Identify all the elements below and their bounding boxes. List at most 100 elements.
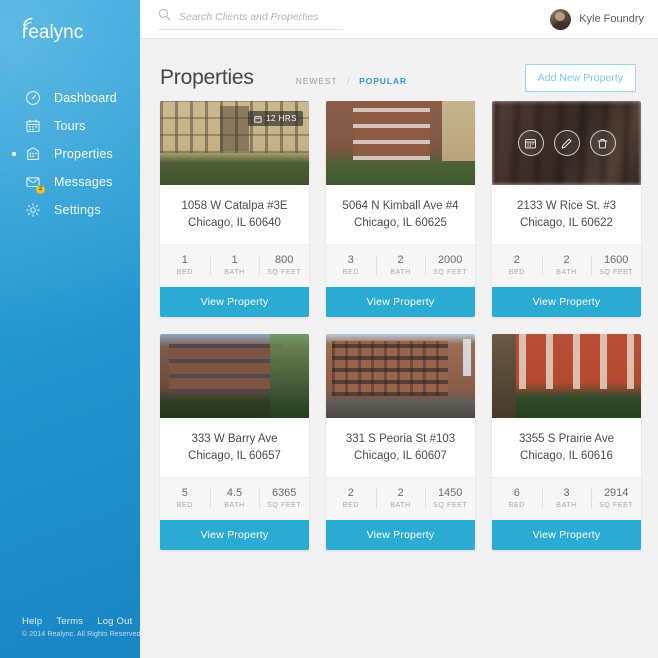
property-card[interactable]: 333 W Barry Ave Chicago, IL 60657 5 BED … [160, 334, 309, 550]
bath-value: 1 [231, 254, 238, 266]
sidebar-label-messages: Messages [54, 174, 113, 189]
property-photo[interactable] [326, 101, 475, 185]
property-city: Chicago, IL 60607 [354, 450, 447, 462]
property-photo[interactable] [492, 334, 641, 418]
sidebar-label-dashboard: Dashboard [54, 90, 117, 105]
search-input[interactable] [179, 11, 339, 23]
sqft-label: SQ FEET [599, 269, 634, 276]
page-header: Properties NEWEST / POPULAR Add New Prop… [140, 39, 658, 95]
stat-sqft: 2914 SQ FEET [591, 486, 641, 511]
add-new-property-button[interactable]: Add New Property [524, 64, 636, 92]
bath-value: 2 [397, 487, 404, 499]
property-city: Chicago, IL 60657 [188, 450, 281, 462]
edit-property-icon[interactable] [553, 130, 580, 156]
stat-bed: 6 BED [492, 486, 542, 511]
property-card[interactable]: 5064 N Kimball Ave #4 Chicago, IL 60625 … [326, 101, 475, 317]
bed-label: BED [342, 502, 359, 509]
property-photo[interactable] [326, 334, 475, 418]
view-property-button[interactable]: View Property [160, 287, 309, 317]
sidebar-item-tours[interactable]: Tours [0, 112, 140, 139]
view-property-button[interactable]: View Property [492, 287, 641, 317]
property-card[interactable]: 331 S Peoria St #103 Chicago, IL 60607 2… [326, 334, 475, 550]
properties-grid: 12 HRS 1058 W Catalpa #3E Chicago, IL 60… [140, 95, 658, 550]
page-title: Properties [160, 66, 254, 89]
property-stats: 2 BED 2 BATH 1450 SQ FEET [326, 477, 475, 520]
property-city: Chicago, IL 60616 [520, 450, 613, 462]
property-photo[interactable] [160, 334, 309, 418]
sqft-label: SQ FEET [433, 269, 468, 276]
bath-label: BATH [556, 502, 577, 509]
property-card[interactable]: 12 HRS 1058 W Catalpa #3E Chicago, IL 60… [160, 101, 309, 317]
property-info: 2133 W Rice St. #3 Chicago, IL 60622 [492, 185, 641, 244]
property-card[interactable]: 2133 W Rice St. #3 Chicago, IL 60622 2 B… [492, 101, 641, 317]
bed-value: 2 [513, 254, 520, 266]
view-property-button[interactable]: View Property [160, 520, 309, 550]
sidebar-item-dashboard[interactable]: Dashboard [0, 84, 140, 111]
user-name: Kyle Foundry [579, 13, 644, 25]
sqft-value: 1600 [603, 254, 629, 266]
property-address: 331 S Peoria St #103 [345, 433, 456, 445]
sidebar-footer: Help Terms Log Out © 2014 Realync. All R… [22, 616, 140, 638]
copyright-text: © 2014 Realync. All Rights Reserved [22, 631, 140, 638]
property-info: 333 W Barry Ave Chicago, IL 60657 [160, 418, 309, 477]
logout-link[interactable]: Log Out [97, 616, 132, 627]
help-link[interactable]: Help [22, 616, 42, 627]
property-address: 5064 N Kimball Ave #4 [342, 200, 459, 212]
sidebar-item-properties[interactable]: Properties [0, 140, 140, 167]
sort-tab-newest[interactable]: NEWEST [296, 76, 338, 86]
stat-sqft: 6365 SQ FEET [259, 486, 309, 511]
terms-link[interactable]: Terms [56, 616, 83, 627]
envelope-icon: 2 [24, 173, 45, 194]
property-stats: 1 BED 1 BATH 800 SQ FEET [160, 244, 309, 287]
bath-value: 3 [563, 487, 570, 499]
property-address: 1058 W Catalpa #3E [181, 200, 288, 212]
stat-bed: 5 BED [160, 486, 210, 511]
sidebar-label-properties: Properties [54, 146, 113, 161]
property-card[interactable]: 3355 S Prairie Ave Chicago, IL 60616 6 B… [492, 334, 641, 550]
schedule-tour-icon[interactable] [517, 130, 544, 156]
property-photo[interactable] [492, 101, 641, 185]
sidebar-item-settings[interactable]: Settings [0, 196, 140, 223]
stat-sqft: 1600 SQ FEET [591, 253, 641, 278]
stat-bed: 3 BED [326, 253, 376, 278]
property-hover-overlay [492, 101, 641, 185]
stat-sqft: 800 SQ FEET [259, 253, 309, 278]
property-address: 3355 S Prairie Ave [518, 433, 615, 445]
property-image [492, 334, 641, 418]
view-property-button[interactable]: View Property [326, 520, 475, 550]
bed-value: 5 [181, 487, 188, 499]
bath-label: BATH [224, 269, 245, 276]
stat-bed: 2 BED [492, 253, 542, 278]
property-info: 331 S Peoria St #103 Chicago, IL 60607 [326, 418, 475, 477]
avatar [550, 8, 572, 30]
bath-label: BATH [556, 269, 577, 276]
stat-bath: 4.5 BATH [209, 486, 260, 511]
property-address: 333 W Barry Ave [191, 433, 278, 445]
bath-label: BATH [224, 502, 245, 509]
realync-logo[interactable]: realync realync [18, 16, 114, 42]
stat-bath: 1 BATH [209, 253, 260, 278]
property-stats: 5 BED 4.5 BATH 6365 SQ FEET [160, 477, 309, 520]
messages-unread-badge: 2 [36, 184, 45, 194]
sort-separator: / [346, 73, 351, 88]
stat-sqft: 1450 SQ FEET [425, 486, 475, 511]
user-menu[interactable]: Kyle Foundry [550, 8, 644, 30]
property-image [326, 334, 475, 418]
bath-value: 2 [563, 254, 570, 266]
svg-text:realync: realync [22, 22, 83, 42]
app-root: realync realync Dashboard Tours [0, 0, 658, 658]
property-photo[interactable]: 12 HRS [160, 101, 309, 185]
stat-sqft: 2000 SQ FEET [425, 253, 475, 278]
view-property-button[interactable]: View Property [326, 287, 475, 317]
bath-label: BATH [390, 502, 411, 509]
sidebar-item-messages[interactable]: 2 Messages [0, 168, 140, 195]
sidebar-label-tours: Tours [54, 118, 86, 133]
search-box[interactable] [158, 8, 343, 30]
stat-bath: 2 BATH [375, 486, 426, 511]
sidebar-footer-links: Help Terms Log Out [22, 616, 140, 627]
sort-tab-popular[interactable]: POPULAR [359, 76, 407, 86]
property-city: Chicago, IL 60622 [520, 217, 613, 229]
view-property-button[interactable]: View Property [492, 520, 641, 550]
delete-property-icon[interactable] [589, 130, 616, 156]
search-icon [158, 8, 171, 26]
